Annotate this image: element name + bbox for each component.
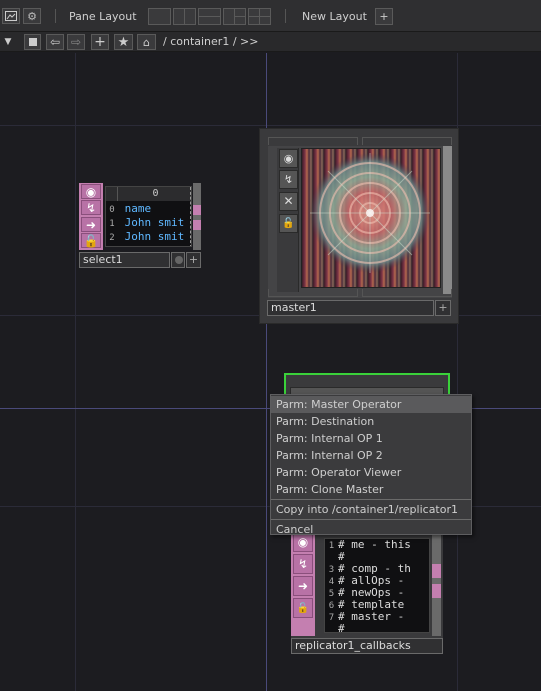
new-layout-label: New Layout (302, 10, 367, 23)
stop-button[interactable] (24, 34, 41, 50)
callbacks-node[interactable]: ◉ ↯ ➜ 🔓 1 # me - this # 3 # comp - th 4 # a… (291, 522, 443, 654)
table-row: 0 name (106, 202, 191, 216)
menu-dropdown-icon[interactable]: ▼ (2, 36, 14, 48)
menu-item-cancel[interactable]: Cancel (271, 521, 471, 538)
table-viewer: 0 0 name 1 John smit 2 John smit (105, 186, 192, 247)
master1-node[interactable]: ◉ ↯ ✕ 🔓 master1 + (259, 128, 459, 324)
menu-item-master-operator[interactable]: Parm: Master Operator (271, 396, 471, 413)
bypass-icon[interactable]: ↯ (279, 170, 298, 189)
output-connector[interactable] (432, 564, 441, 578)
menu-separator (271, 519, 471, 520)
context-menu: Parm: Master Operator Parm: Destination … (270, 394, 472, 538)
layout-single-button[interactable] (148, 8, 171, 25)
viewer-icon[interactable]: ◉ (81, 184, 101, 199)
table-column-header: 0 (152, 188, 159, 199)
lock-icon[interactable]: 🔓 (81, 233, 101, 248)
menu-item-destination[interactable]: Parm: Destination (271, 413, 471, 430)
cell-value: John smit (124, 230, 185, 243)
home-icon[interactable]: ⌂ (137, 34, 156, 50)
grid-line (75, 53, 76, 691)
node-add-icon[interactable]: + (435, 300, 451, 316)
forward-arrow-icon[interactable]: ⇨ (67, 34, 85, 50)
menu-item-internal-op-1[interactable]: Parm: Internal OP 1 (271, 430, 471, 447)
clone-icon[interactable]: ➜ (293, 576, 313, 596)
node-top-connector (268, 137, 358, 145)
table-row: 2 John smit (106, 230, 191, 244)
input-connector[interactable] (193, 183, 201, 250)
layout-three-pane-button[interactable] (223, 8, 246, 25)
table-header: 0 (106, 187, 191, 201)
bypass-icon[interactable]: ↯ (293, 554, 313, 574)
node-bottom-connector (268, 289, 358, 297)
cell-value: John smit (124, 216, 185, 229)
back-arrow-icon[interactable]: ⇦ (46, 34, 64, 50)
node-add-icon[interactable]: + (186, 252, 201, 268)
toolbar-divider-2 (285, 9, 286, 23)
menu-separator (271, 499, 471, 500)
close-icon[interactable]: ✕ (279, 192, 298, 211)
output-connector[interactable] (432, 584, 441, 598)
bypass-icon[interactable]: ↯ (81, 200, 101, 215)
menu-item-internal-op-2[interactable]: Parm: Internal OP 2 (271, 447, 471, 464)
layout-split-horizontal-button[interactable] (198, 8, 221, 25)
menu-item-copy-into[interactable]: Copy into /container1/replicator1 (271, 501, 471, 518)
network-view-icon[interactable] (2, 8, 20, 24)
layout-quad-button[interactable] (248, 8, 271, 25)
layout-split-vertical-button[interactable] (173, 8, 196, 25)
lock-icon[interactable]: 🔓 (293, 598, 313, 618)
select1-node[interactable]: ◉ ↯ ➜ 🔓 0 0 name 1 John smit 2 John smit… (79, 183, 202, 268)
grid-line (0, 125, 541, 126)
lock-icon[interactable]: 🔓 (279, 214, 298, 233)
output-connector[interactable] (193, 220, 201, 230)
output-connector[interactable] (193, 205, 201, 215)
pane-layout-label: Pane Layout (69, 10, 137, 23)
right-connector[interactable] (443, 146, 452, 294)
input-connector[interactable] (432, 530, 441, 636)
node-top-connector (362, 137, 452, 145)
add-icon[interactable]: + (91, 34, 109, 50)
spiral-preview-image (301, 148, 441, 288)
row-index: 2 (109, 233, 115, 243)
row-index: 1 (109, 219, 115, 229)
node-name-field[interactable]: master1 (267, 300, 434, 316)
toolbar-divider (55, 9, 56, 23)
viewer-icon[interactable]: ◉ (279, 149, 298, 168)
code-line: # (338, 622, 345, 633)
settings-icon[interactable]: ⚙ (23, 8, 41, 24)
network-path[interactable]: / container1 / >> (163, 35, 258, 48)
row-index: 0 (109, 205, 115, 215)
node-status-icon[interactable] (171, 252, 185, 268)
node-name-field[interactable]: replicator1_callbacks (291, 638, 443, 654)
node-bottom-connector (362, 289, 452, 297)
top-toolbar: ⚙ Pane Layout New Layout + (0, 0, 541, 32)
table-edge (190, 187, 191, 246)
table-row: 1 John smit (106, 216, 191, 230)
node-name-field[interactable]: select1 (79, 252, 170, 268)
path-bar: ▼ ⇦ ⇨ + ★ ⌂ / container1 / >> (0, 32, 541, 52)
new-layout-add-button[interactable]: + (375, 8, 393, 25)
clone-icon[interactable]: ➜ (81, 217, 101, 232)
cell-value: name (124, 202, 152, 215)
menu-item-clone-master[interactable]: Parm: Clone Master (271, 481, 471, 498)
menu-item-operator-viewer[interactable]: Parm: Operator Viewer (271, 464, 471, 481)
star-icon[interactable]: ★ (114, 34, 133, 50)
text-viewer: 1 # me - this # 3 # comp - th 4 # allOps - … (324, 538, 430, 633)
